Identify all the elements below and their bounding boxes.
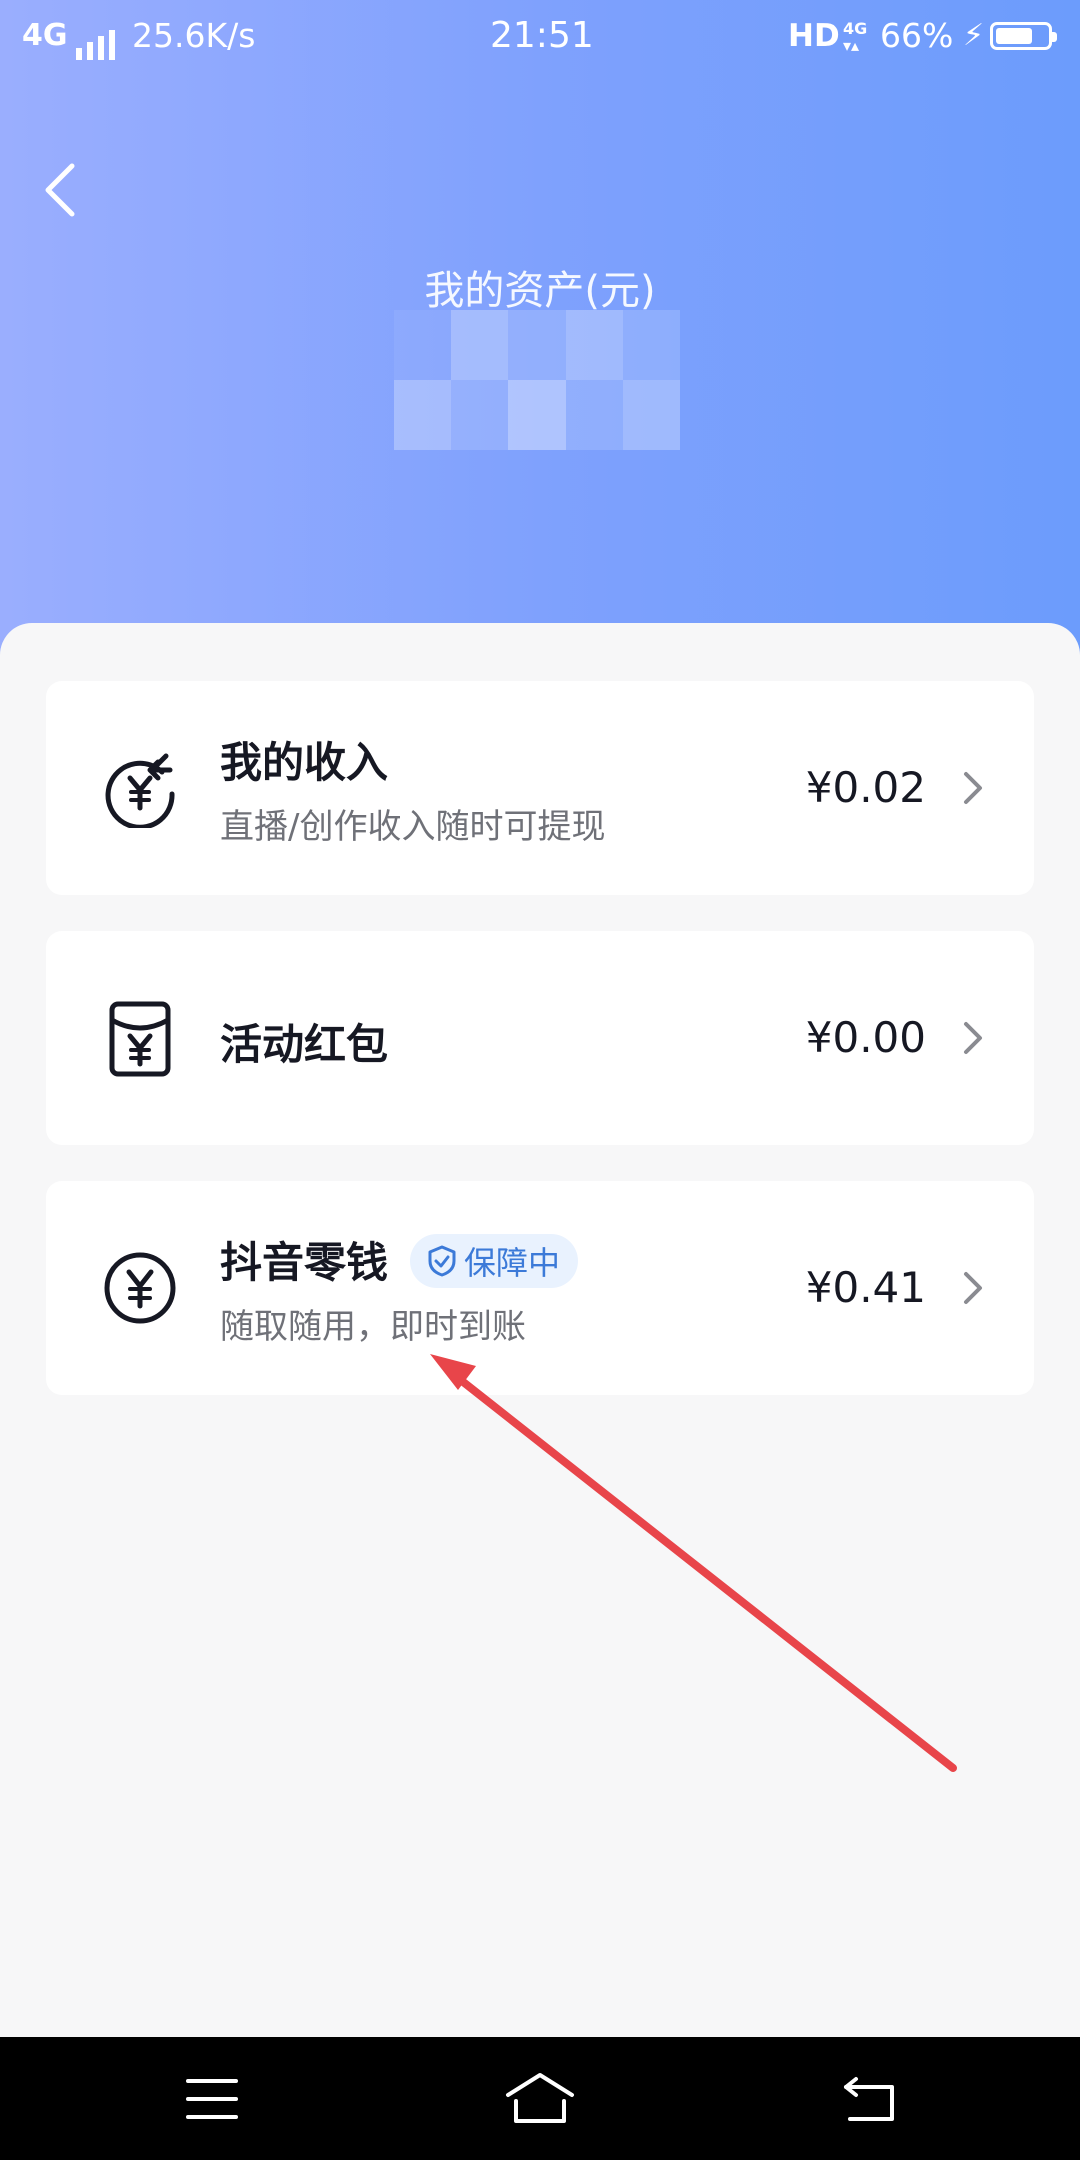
chevron-left-icon xyxy=(45,163,75,217)
chevron-right-icon xyxy=(964,1022,982,1054)
network-type: 4G xyxy=(22,18,68,53)
menu-button[interactable] xyxy=(184,2077,240,2121)
battery-icon xyxy=(990,22,1057,50)
network-speed: 25.6K/s xyxy=(132,16,256,55)
data-indicator: 4G ▾▴ xyxy=(843,19,868,55)
hd-indicator: HD xyxy=(788,18,840,54)
asset-amount-blurred xyxy=(394,310,680,450)
charging-icon: ⚡ xyxy=(963,18,985,53)
list-item-wallet[interactable]: 抖音零钱 保障中 随取随用，即时到账 ¥0.41 xyxy=(46,1181,1034,1395)
back-button[interactable] xyxy=(40,160,100,230)
home-button[interactable] xyxy=(504,2071,576,2127)
shield-check-icon xyxy=(428,1245,456,1277)
protection-badge: 保障中 xyxy=(410,1234,579,1288)
back-nav-button[interactable] xyxy=(842,2075,898,2125)
yuan-circle-icon xyxy=(104,1252,176,1324)
yuan-refresh-icon xyxy=(105,753,175,828)
item-amount: ¥0.41 xyxy=(805,1263,926,1312)
item-amount: ¥0.02 xyxy=(805,763,926,812)
asset-title: 我的资产(元) xyxy=(424,268,656,314)
badge-label: 保障中 xyxy=(464,1244,561,1282)
item-title: 活动红包 xyxy=(220,1020,389,1069)
item-amount: ¥0.00 xyxy=(805,1013,926,1062)
list-item-income[interactable]: 我的收入 直播/创作收入随时可提现 ¥0.02 xyxy=(46,681,1034,895)
chevron-right-icon xyxy=(964,772,982,804)
list-item-red-envelope[interactable]: 活动红包 ¥0.00 xyxy=(46,931,1034,1145)
red-envelope-icon xyxy=(109,1001,171,1077)
chevron-right-icon xyxy=(964,1272,982,1304)
item-subtitle: 直播/创作收入随时可提现 xyxy=(220,807,606,847)
asset-list-sheet: 我的收入 直播/创作收入随时可提现 ¥0.02 活动红包 ¥0.00 抖音零钱 … xyxy=(0,623,1080,2037)
item-title: 抖音零钱 xyxy=(220,1238,389,1287)
item-subtitle: 随取随用，即时到账 xyxy=(220,1307,526,1347)
status-bar: 4G 25.6K/s 21:51 HD 4G ▾▴ 66% ⚡ xyxy=(0,0,1080,76)
battery-percent: 66% xyxy=(880,16,954,55)
signal-icon xyxy=(76,20,120,60)
system-nav-bar xyxy=(0,2037,1080,2160)
clock: 21:51 xyxy=(490,15,594,56)
item-title: 我的收入 xyxy=(220,738,389,787)
